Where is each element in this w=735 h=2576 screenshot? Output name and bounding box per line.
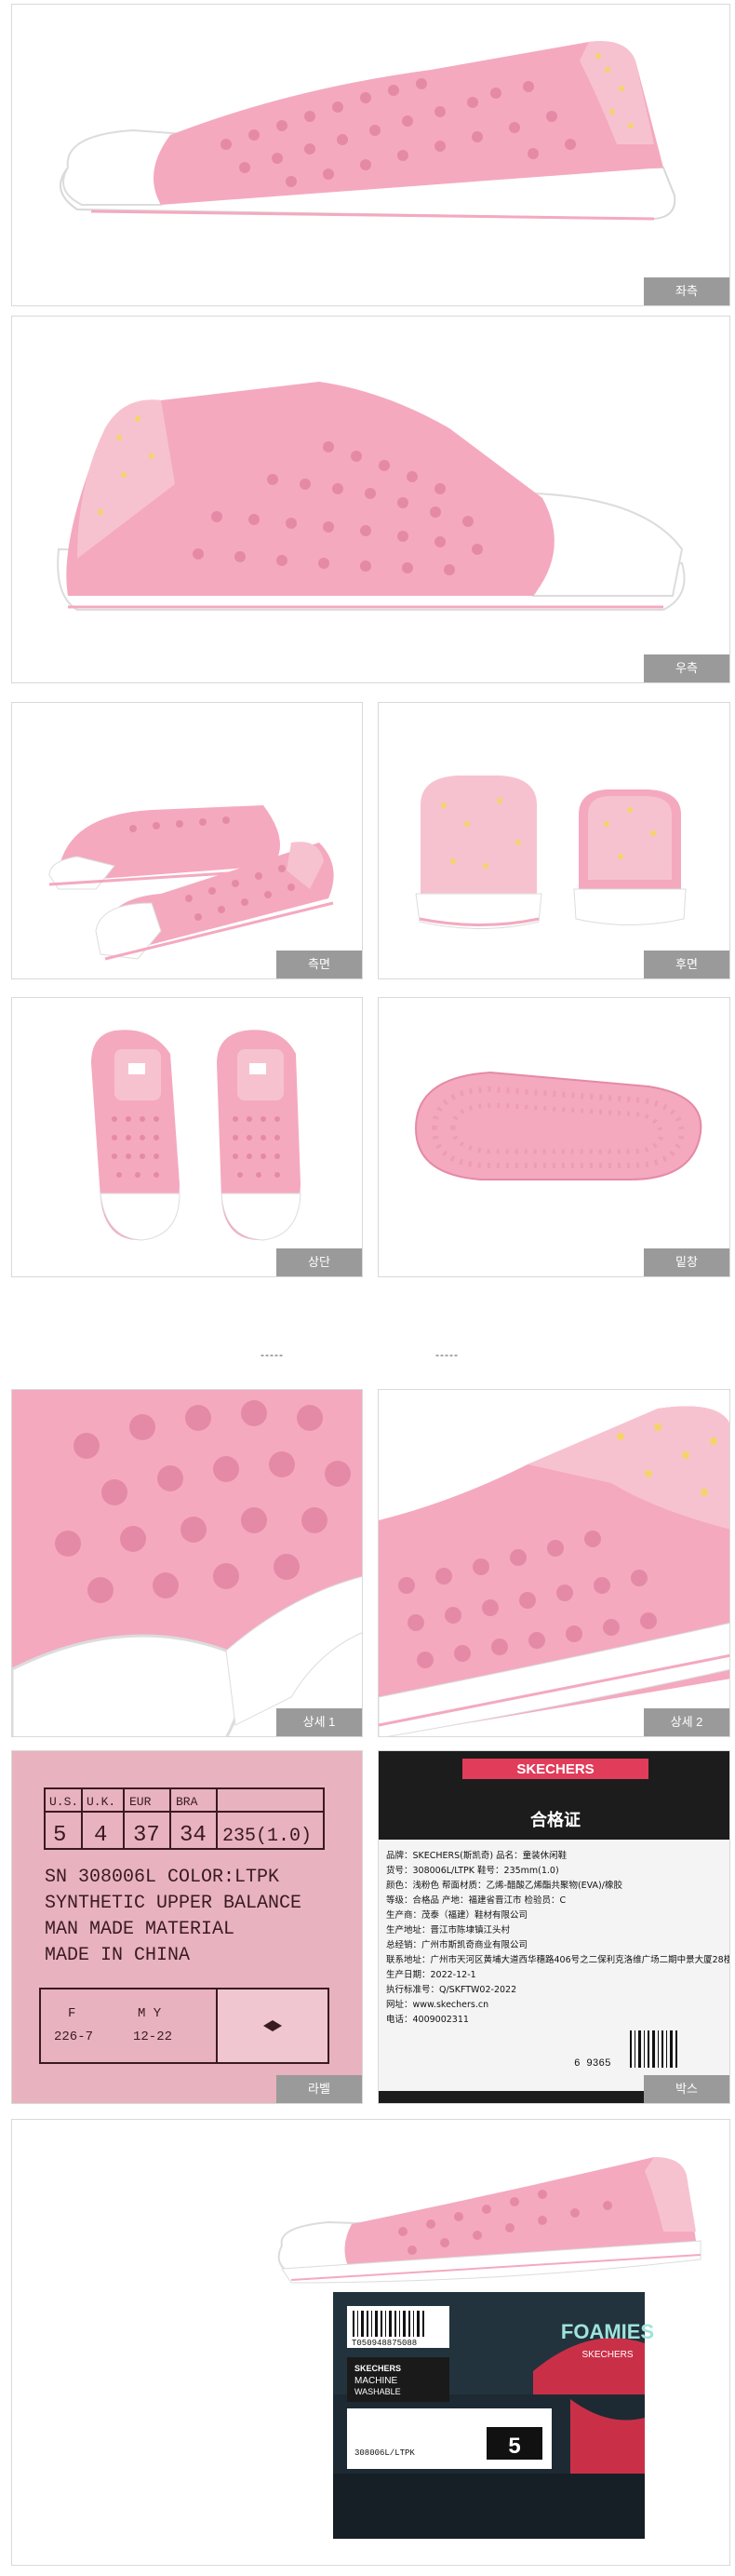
label-top: 상단 — [276, 1248, 362, 1276]
tag-f-value: 226-7 — [54, 2030, 93, 2044]
cert-row: 网址：www.skechers.cn — [386, 1999, 488, 2010]
section-divider-right: ----- — [435, 1348, 459, 1361]
photo-panel-back: 후면 — [378, 702, 730, 979]
cert-row: 生产商：茂泰（福建）鞋材有限公司 — [386, 1909, 528, 1921]
cert-row: 联系地址：广州市天河区黄埔大道西华穗路406号之二保利克洛维广场二期中景大厦28… — [386, 1954, 730, 1965]
box-skechers-logo-small: SKECHERS — [581, 2350, 633, 2360]
tag-value-bra: 34 — [180, 1823, 207, 1848]
photo-panel-tag: U.S. U.K. EUR BRA 5 4 37 34 235(1.0) SN … — [11, 1750, 363, 2104]
tag-value-mm: 235(1.0) — [222, 1826, 312, 1847]
shoe-top-illustration — [91, 1030, 301, 1241]
label-side: 측면 — [276, 951, 362, 978]
box-size: 5 — [508, 2434, 520, 2459]
box-skechers-label: SKECHERS — [354, 2364, 401, 2373]
label-sole: 밑창 — [644, 1248, 729, 1276]
cert-row: 货号：308006L/LTPK 鞋号：235mm(1.0) — [386, 1865, 559, 1876]
tag-header-bra: BRA — [176, 1795, 198, 1809]
shoe-left-illustration — [60, 41, 676, 221]
photo-panel-detail2: 상세 2 — [378, 1389, 730, 1737]
shoe-sole-illustration — [414, 1071, 702, 1180]
shoe-toe-closeup-illustration — [12, 1390, 362, 1736]
tag-header-us: U.S. — [49, 1795, 78, 1809]
cert-row: 颜色：浅粉色 帮面材质：乙烯-醋酸乙烯酯共聚物(EVA)/橡胶 — [386, 1880, 622, 1891]
photo-panel-left: 좌측 — [11, 4, 730, 306]
size-tag-illustration: U.S. U.K. EUR BRA 5 4 37 34 235(1.0) SN … — [12, 1751, 362, 2103]
cert-row: 总经销：广州市斯凯奇商业有限公司 — [386, 1939, 528, 1950]
shoe-back-illustration — [415, 775, 687, 929]
photo-panel-shoe-box: FOAMIES SKECHERS T050948875088 SKECHERS … — [11, 2119, 730, 2566]
cert-row: 等级：合格品 产地：福建省晋江市 检验员：C — [386, 1895, 567, 1906]
tag-line-sn: SN 308006L COLOR:LTPK — [45, 1867, 279, 1888]
label-box: 박스 — [644, 2075, 729, 2103]
tag-header-eur: EUR — [129, 1795, 152, 1809]
cert-row: 生产日期：2022-12-1 — [386, 1969, 476, 1980]
section-divider-left: ----- — [261, 1348, 284, 1361]
tag-header-uk: U.K. — [87, 1795, 115, 1809]
photo-panel-sole: 밑창 — [378, 997, 730, 1277]
tag-value-uk: 4 — [94, 1823, 107, 1848]
label-left: 좌측 — [644, 277, 729, 305]
shoe-on-box-illustration: FOAMIES SKECHERS T050948875088 SKECHERS … — [277, 2157, 702, 2539]
box-barcode-number: T050948875088 — [352, 2339, 417, 2348]
photo-panel-detail1: 상세 1 — [11, 1389, 363, 1737]
cert-row: 品牌：SKECHERS(斯凯奇) 品名：童装休闲鞋 — [386, 1850, 568, 1861]
photo-panel-right: 우측 — [11, 316, 730, 683]
tag-my-value: 12-22 — [133, 2030, 172, 2044]
box-washable-text: WASHABLE — [354, 2387, 401, 2396]
photo-panel-certificate: SKECHERS 合格证 品牌：SKECHERS(斯凯奇) 品名：童装休闲鞋 货号… — [378, 1750, 730, 2104]
certificate-illustration: SKECHERS 合格证 品牌：SKECHERS(斯凯奇) 品名：童装休闲鞋货号… — [379, 1751, 730, 2103]
label-detail2: 상세 2 — [644, 1708, 729, 1736]
box-machine-text: MACHINE — [354, 2376, 397, 2386]
tag-line-upper: SYNTHETIC UPPER BALANCE — [45, 1893, 301, 1914]
box-sku: 308006L/LTPK — [354, 2448, 415, 2458]
shoe-heel-closeup-illustration — [379, 1390, 729, 1736]
shoe-right-illustration — [57, 382, 686, 611]
label-tag: 라벨 — [276, 2075, 362, 2103]
label-detail1: 상세 1 — [276, 1708, 362, 1736]
cert-barcode-number: 6 9365 — [574, 2058, 611, 2070]
cert-brand-banner: SKECHERS — [516, 1761, 594, 1777]
cert-row: 电话：4009002311 — [386, 2014, 469, 2025]
tag-value-us: 5 — [53, 1823, 66, 1848]
tag-f-label: F — [68, 2006, 75, 2021]
cert-title: 合格证 — [530, 1810, 581, 1830]
tag-line-origin: MADE IN CHINA — [45, 1945, 190, 1966]
photo-panel-side: 측면 — [11, 702, 363, 979]
cert-row: 执行标准号：Q/SKFTW02-2022 — [386, 1984, 516, 1995]
shoe-side-illustration — [48, 805, 334, 961]
tag-line-material: MAN MADE MATERIAL — [45, 1919, 234, 1940]
tag-my-label: M Y — [138, 2006, 162, 2021]
tag-value-eur: 37 — [133, 1823, 160, 1848]
label-back: 후면 — [644, 951, 729, 978]
photo-panel-top: 상단 — [11, 997, 363, 1277]
cert-row: 生产地址：晋江市陈埭镇江头村 — [386, 1924, 511, 1935]
box-foamies-logo: FOAMIES — [561, 2320, 654, 2343]
label-right: 우측 — [644, 654, 729, 682]
